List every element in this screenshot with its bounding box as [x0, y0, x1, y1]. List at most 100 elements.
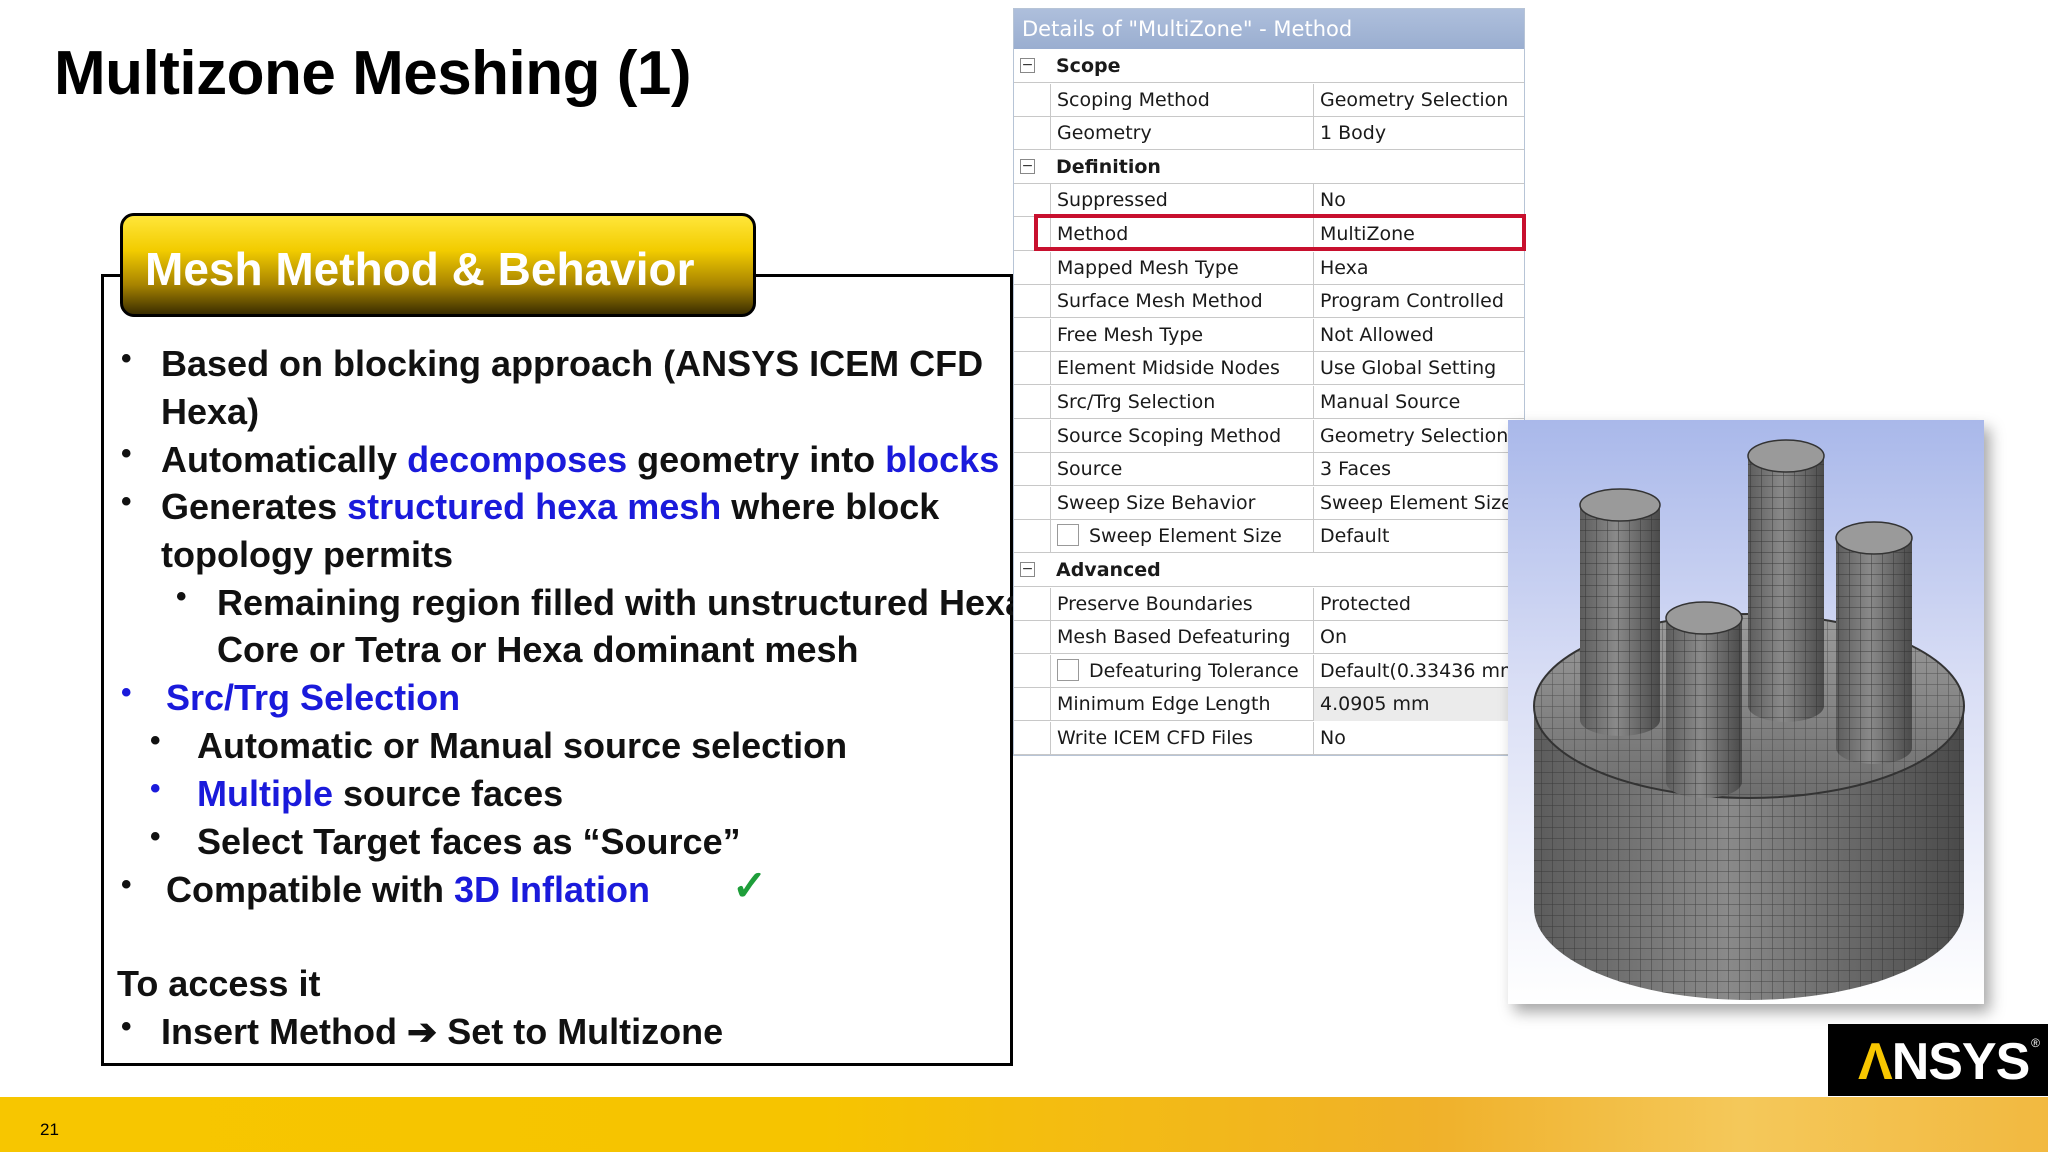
property-label: Mesh Based Defeaturing: [1050, 621, 1314, 655]
property-group-header[interactable]: − Advanced: [1014, 554, 1524, 587]
collapse-toggle-icon[interactable]: −: [1020, 58, 1035, 73]
property-value[interactable]: 1 Body: [1314, 117, 1524, 150]
property-value[interactable]: No: [1314, 184, 1524, 217]
property-row[interactable]: Defeaturing Tolerance Default(0.33436 mm): [1014, 654, 1524, 688]
property-value[interactable]: Hexa: [1314, 252, 1524, 285]
property-value[interactable]: Manual Source: [1314, 386, 1524, 419]
highlight-multiple: Multiple: [197, 773, 333, 814]
bullet-dot: •: [121, 437, 132, 470]
bullet-dot: •: [121, 1010, 132, 1043]
property-row[interactable]: Mesh Based Defeaturing On: [1014, 621, 1524, 655]
property-group-label: Advanced: [1056, 559, 1161, 581]
page-number: 21: [40, 1120, 59, 1139]
property-label: Surface Mesh Method: [1050, 285, 1314, 319]
checkmark-icon: ✓: [732, 862, 768, 909]
property-group-label: Scope: [1056, 55, 1121, 77]
property-value[interactable]: Geometry Selection: [1314, 84, 1524, 117]
property-row[interactable]: Source 3 Faces: [1014, 453, 1524, 487]
property-label-text: Mesh Based Defeaturing: [1057, 626, 1291, 649]
property-value[interactable]: Protected: [1314, 588, 1524, 621]
text-fragment: source faces: [332, 773, 564, 814]
parameter-checkbox[interactable]: [1057, 658, 1079, 681]
logo-wordmark: NSYS: [1891, 1033, 2031, 1091]
text-fragment: Set to Multizone: [437, 1011, 724, 1052]
property-label: Suppressed: [1050, 184, 1314, 218]
property-label-text: Surface Mesh Method: [1057, 290, 1263, 313]
property-value[interactable]: Use Global Setting: [1314, 352, 1524, 385]
property-label-text: Sweep Size Behavior: [1057, 491, 1256, 514]
property-label: Scoping Method: [1050, 83, 1314, 117]
property-group-header[interactable]: − Definition: [1014, 151, 1524, 184]
highlight-structured-hexa: structured hexa mesh: [347, 486, 722, 527]
text-fragment: Generates: [161, 486, 348, 527]
property-label: Minimum Edge Length: [1050, 688, 1314, 722]
property-row[interactable]: Mapped Mesh Type Hexa: [1014, 251, 1524, 285]
bullet-inflation: Compatible with 3D Inflation: [166, 869, 650, 911]
property-row[interactable]: Scoping Method Geometry Selection: [1014, 83, 1524, 117]
text-fragment: Insert Method: [161, 1011, 408, 1052]
property-row[interactable]: Write ICEM CFD Files No: [1014, 722, 1524, 755]
property-label: Source: [1050, 453, 1314, 487]
method-row-highlight: [1034, 214, 1526, 251]
access-heading: To access it: [117, 963, 321, 1004]
highlight-blocks: blocks: [885, 439, 1000, 480]
property-label-text: Src/Trg Selection: [1057, 391, 1216, 413]
bullet-dot: •: [121, 485, 132, 518]
access-instruction: Insert Method ➔ Set to Multizone: [161, 1011, 723, 1053]
property-label: Preserve Boundaries: [1050, 587, 1314, 621]
subbullet-multiple: Multiple source faces: [197, 773, 563, 815]
ansys-logo-text: ΛNSYS: [1858, 1032, 2031, 1092]
property-value[interactable]: Not Allowed: [1314, 319, 1524, 352]
property-row[interactable]: Free Mesh Type Not Allowed: [1014, 318, 1524, 352]
subbullet-target: Select Target faces as “Source”: [197, 821, 741, 862]
property-row[interactable]: Geometry 1 Body: [1014, 117, 1524, 151]
registered-mark: ®: [2031, 1036, 2040, 1050]
details-panel[interactable]: Details of "MultiZone" - Method − Scope Sc…: [1013, 8, 1525, 756]
bullet-structured-cont: topology permits: [161, 534, 454, 575]
property-value[interactable]: Default(0.33436 mm): [1314, 655, 1524, 688]
collapse-toggle-icon[interactable]: −: [1020, 562, 1035, 577]
property-row[interactable]: Surface Mesh Method Program Controlled: [1014, 285, 1524, 319]
property-value[interactable]: Sweep Element Size: [1314, 487, 1524, 520]
property-value[interactable]: 3 Faces: [1314, 453, 1524, 486]
property-label-text: Defeaturing Tolerance: [1089, 659, 1299, 682]
section-header: Mesh Method & Behavior: [120, 213, 756, 317]
collapse-toggle-icon[interactable]: −: [1020, 158, 1035, 174]
property-row[interactable]: Sweep Size Behavior Sweep Element Size: [1014, 486, 1524, 520]
property-label: Defeaturing Tolerance: [1050, 654, 1314, 688]
bullet-dot: •: [150, 772, 161, 805]
slide-title: Multizone Meshing (1): [54, 39, 692, 108]
property-label-text: Write ICEM CFD Files: [1057, 727, 1254, 749]
property-value[interactable]: Program Controlled: [1314, 285, 1524, 318]
property-row[interactable]: Sweep Element Size Default: [1014, 520, 1524, 554]
property-row[interactable]: Source Scoping Method Geometry Selection: [1014, 419, 1524, 453]
bullet-list: • Based on blocking approach (ANSYS ICEM…: [104, 277, 1025, 1063]
bullet-dot: •: [150, 820, 161, 853]
property-value[interactable]: Geometry Selection: [1314, 420, 1524, 453]
property-value[interactable]: Default: [1314, 520, 1524, 553]
property-label: Free Mesh Type: [1050, 318, 1314, 352]
property-row[interactable]: Preserve Boundaries Protected: [1014, 587, 1524, 621]
property-row[interactable]: Minimum Edge Length 4.0905 mm: [1014, 688, 1524, 722]
parameter-checkbox[interactable]: [1057, 524, 1079, 547]
bullet-dot: •: [121, 342, 132, 375]
property-label: Sweep Size Behavior: [1050, 486, 1314, 520]
bullet-src-trg: Src/Trg Selection: [166, 677, 461, 718]
property-value[interactable]: 4.0905 mm: [1314, 688, 1524, 722]
property-value[interactable]: No: [1314, 722, 1524, 755]
property-label-text: Source: [1057, 458, 1123, 481]
property-label-text: Suppressed: [1057, 189, 1168, 212]
property-row[interactable]: Suppressed No: [1014, 184, 1524, 218]
bullet-dot: •: [176, 580, 187, 613]
text-fragment: Compatible with: [166, 869, 454, 910]
property-label-text: Mapped Mesh Type: [1057, 256, 1239, 279]
property-value[interactable]: On: [1314, 621, 1524, 654]
property-label: Geometry: [1050, 117, 1314, 151]
ansys-logo: ΛNSYS ®: [1828, 1024, 2048, 1096]
logo-mark: Λ: [1858, 1033, 1893, 1091]
property-row[interactable]: Element Midside Nodes Use Global Setting: [1014, 352, 1524, 386]
property-group-header[interactable]: − Scope: [1014, 50, 1524, 83]
property-row[interactable]: Src/Trg Selection Manual Source: [1014, 386, 1524, 419]
section-header-label: Mesh Method & Behavior: [145, 243, 695, 295]
bullet-dot: •: [121, 868, 132, 901]
